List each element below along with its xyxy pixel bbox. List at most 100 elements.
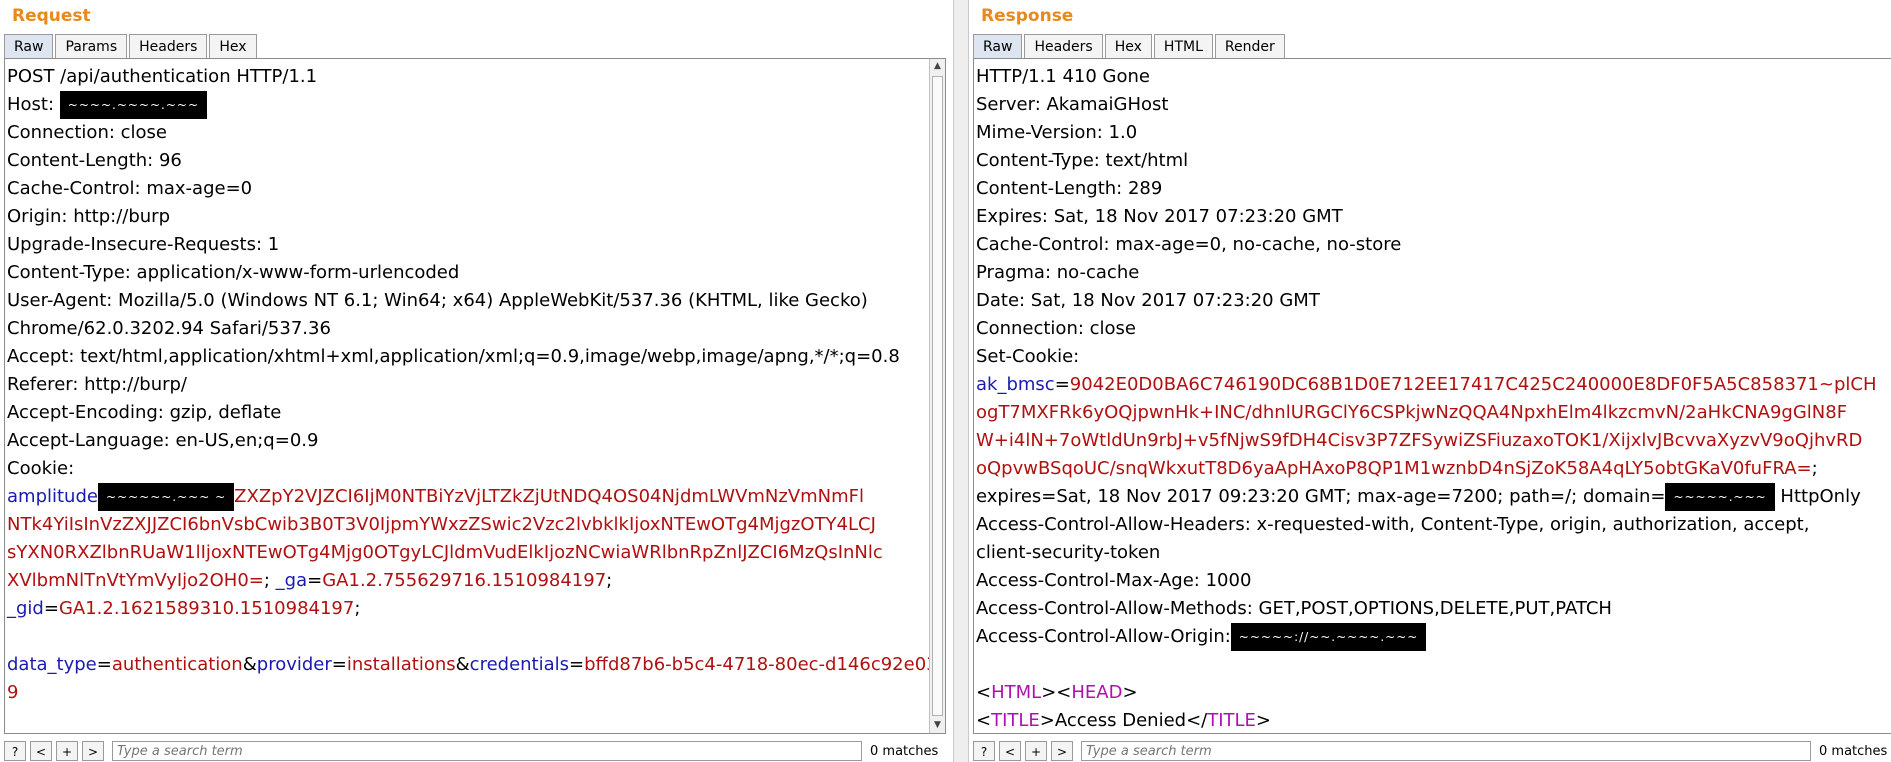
- text-line: HTTP/1.1 410 Gone: [976, 63, 1876, 91]
- text-segment: =: [96, 654, 112, 675]
- text-segment: ;: [606, 570, 613, 591]
- text-line: Access-Control-Max-Age: 1000: [976, 567, 1876, 595]
- redacted-text: ~~~~~.~~~: [1665, 483, 1775, 511]
- text-line: Content-Type: application/x-www-form-url…: [7, 259, 927, 287]
- param-value: W+i4lN+7oWtldUn9rbJ+v5fNjwS9fDH4Cisv3P7Z…: [976, 430, 1863, 451]
- text-segment: Connection: close: [976, 318, 1136, 339]
- request-text[interactable]: POST /api/authentication HTTP/1.1 Host: ~…: [7, 63, 945, 707]
- scroll-down-icon[interactable]: ▼: [930, 718, 945, 733]
- param-value: ogT7MXFRk6yOQjpwnHk+INC/dhnlURGClY6CSPkj…: [976, 402, 1848, 423]
- text-segment: ><: [1041, 682, 1072, 703]
- text-line: <HTML><HEAD>: [976, 679, 1876, 707]
- pane-divider[interactable]: [953, 0, 969, 762]
- redacted-text: ~~~~~~.~~~ ~: [97, 483, 235, 511]
- help-button[interactable]: ?: [4, 741, 26, 761]
- text-line: ak_bmsc=9042E0D0BA6C746190DC68B1D0E712EE…: [976, 371, 1876, 399]
- request-editor[interactable]: POST /api/authentication HTTP/1.1 Host: ~…: [4, 58, 946, 734]
- tab-raw[interactable]: Raw: [4, 34, 54, 58]
- request-pane: Request Raw Params Headers Hex POST /api…: [0, 0, 953, 762]
- request-scrollbar[interactable]: ▲ ▼: [929, 59, 945, 733]
- tab-headers[interactable]: Headers: [129, 34, 208, 58]
- text-line: Connection: close: [976, 315, 1876, 343]
- param-value: ZXZpY2VJZCI6IjM0NTBiYzVjLTZkZjUtNDQ4OS04…: [234, 486, 865, 507]
- param-name: provider: [256, 654, 332, 675]
- previous-button[interactable]: <: [30, 741, 52, 761]
- redacted-text: ~~~~.~~~~.~~~: [59, 91, 208, 119]
- text-line: User-Agent: Mozilla/5.0 (Windows NT 6.1;…: [7, 287, 927, 315]
- add-button[interactable]: +: [1025, 741, 1047, 761]
- text-line: Upgrade-Insecure-Requests: 1: [7, 231, 927, 259]
- text-line: Cache-Control: max-age=0, no-cache, no-s…: [976, 231, 1876, 259]
- param-value: 9: [7, 682, 19, 703]
- request-search-bar: ? < + > 0 matches: [4, 740, 938, 762]
- next-button[interactable]: >: [1051, 741, 1073, 761]
- param-value: authentication: [111, 654, 243, 675]
- scroll-up-icon[interactable]: ▲: [930, 59, 945, 74]
- text-line: [7, 623, 927, 651]
- response-editor[interactable]: HTTP/1.1 410 Gone Server: AkamaiGHost Mime…: [973, 58, 1891, 734]
- text-segment: Mime-Version: 1.0: [976, 122, 1138, 143]
- text-line: oQpvwBSqoUC/snqWkxutT8D6yaApHAxoP8QP1M1w…: [976, 455, 1876, 483]
- param-value: sYXN0RXZlbnRUaW1lIjoxNTEwOTg4Mjg0OTgyLCJ…: [7, 542, 883, 563]
- text-segment: >: [1122, 682, 1138, 703]
- text-segment: Access-Control-Max-Age: 1000: [976, 570, 1252, 591]
- text-line: Content-Length: 96: [7, 147, 927, 175]
- text-segment: >Access Denied</: [1039, 710, 1208, 731]
- text-line: Chrome/62.0.3202.94 Safari/537.36: [7, 315, 927, 343]
- text-segment: Referer: http://burp/: [7, 374, 187, 395]
- response-title: Response: [981, 6, 1074, 26]
- text-segment: Expires: Sat, 18 Nov 2017 07:23:20 GMT: [976, 206, 1343, 227]
- text-line: Accept-Encoding: gzip, deflate: [7, 399, 927, 427]
- tab-hex[interactable]: Hex: [1104, 34, 1152, 58]
- param-value: NTk4YiIsInVzZXJJZCI6bnVsbCwib3B0T3V0Ijpm…: [7, 514, 876, 535]
- text-line: W+i4lN+7oWtldUn9rbJ+v5fNjwS9fDH4Cisv3P7Z…: [976, 427, 1876, 455]
- response-search-bar: ? < + > 0 matches: [973, 740, 1887, 762]
- text-line: XVlbmNlTnVtYmVyIjo2OH0=; _ga=GA1.2.75562…: [7, 567, 927, 595]
- text-line: Origin: http://burp: [7, 203, 927, 231]
- param-value: GA1.2.755629716.1510984197: [322, 570, 607, 591]
- text-segment: Accept-Language: en-US,en;q=0.9: [7, 430, 319, 451]
- text-line: Referer: http://burp/: [7, 371, 927, 399]
- scroll-thumb[interactable]: [932, 76, 943, 716]
- tab-params[interactable]: Params: [55, 34, 128, 58]
- text-line: Content-Length: 289: [976, 175, 1876, 203]
- text-line: 9: [7, 679, 927, 707]
- text-segment: Date: Sat, 18 Nov 2017 07:23:20 GMT: [976, 290, 1320, 311]
- text-segment: Accept-Encoding: gzip, deflate: [7, 402, 282, 423]
- html-tag: TITLE: [1207, 710, 1256, 731]
- text-line: client-security-token: [976, 539, 1876, 567]
- request-search-input[interactable]: [112, 741, 862, 761]
- text-segment: Connection: close: [7, 122, 167, 143]
- response-pane: Response Raw Headers Hex HTML Render HTT…: [969, 0, 1891, 762]
- text-segment: HTTP/1.1 410 Gone: [976, 66, 1150, 87]
- tab-html[interactable]: HTML: [1153, 34, 1213, 58]
- previous-button[interactable]: <: [999, 741, 1021, 761]
- tab-raw[interactable]: Raw: [973, 34, 1023, 58]
- tab-render[interactable]: Render: [1214, 34, 1285, 58]
- text-segment: =: [1054, 374, 1070, 395]
- redacted-text: ~~~~~://~~.~~~~.~~~: [1230, 623, 1427, 651]
- text-line: Access-Control-Allow-Headers: x-requeste…: [976, 511, 1876, 539]
- next-button[interactable]: >: [82, 741, 104, 761]
- text-line: NTk4YiIsInVzZXJJZCI6bnVsbCwib3B0T3V0Ijpm…: [7, 511, 927, 539]
- text-segment: =: [307, 570, 323, 591]
- text-line: Cache-Control: max-age=0: [7, 175, 927, 203]
- help-button[interactable]: ?: [973, 741, 995, 761]
- request-tabs: Raw Params Headers Hex: [4, 34, 259, 58]
- text-segment: Server: AkamaiGHost: [976, 94, 1169, 115]
- param-value: 9042E0D0BA6C746190DC68B1D0E712EE17417C42…: [1069, 374, 1877, 395]
- text-segment: User-Agent: Mozilla/5.0 (Windows NT 6.1;…: [7, 290, 868, 311]
- add-button[interactable]: +: [56, 741, 78, 761]
- text-line: amplitude ~~~~~~.~~~ ~ ZXZpY2VJZCI6IjM0NTB…: [7, 483, 927, 511]
- response-match-count: 0 matches: [1819, 743, 1888, 759]
- response-text[interactable]: HTTP/1.1 410 Gone Server: AkamaiGHost Mime…: [976, 63, 1876, 733]
- text-segment: Upgrade-Insecure-Requests: 1: [7, 234, 280, 255]
- tab-headers[interactable]: Headers: [1024, 34, 1103, 58]
- text-segment: Cache-Control: max-age=0: [7, 178, 253, 199]
- text-line: expires=Sat, 18 Nov 2017 09:23:20 GMT; m…: [976, 483, 1876, 511]
- response-search-input[interactable]: [1081, 741, 1811, 761]
- text-line: Expires: Sat, 18 Nov 2017 07:23:20 GMT: [976, 203, 1876, 231]
- tab-hex[interactable]: Hex: [209, 34, 257, 58]
- param-name: data_type: [7, 654, 97, 675]
- param-value: GA1.2.1621589310.1510984197: [58, 598, 355, 619]
